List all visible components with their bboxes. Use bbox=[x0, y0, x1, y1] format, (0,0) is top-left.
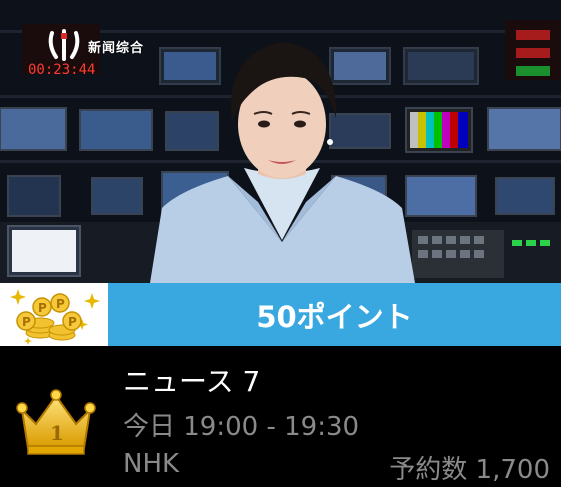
rank-number: 1 bbox=[50, 421, 64, 445]
news-anchor bbox=[150, 42, 415, 283]
channel-name: NHK bbox=[123, 449, 180, 479]
points-strip: 50ポイント bbox=[108, 283, 561, 346]
program-card[interactable]: 00:23:44 新闻综合 P P P P 50ポイント 1 ニュース 7 今日… bbox=[0, 0, 561, 487]
program-title: ニュース 7 bbox=[123, 365, 261, 398]
video-thumbnail[interactable]: 00:23:44 新闻综合 bbox=[0, 0, 561, 283]
svg-text:P: P bbox=[22, 315, 31, 329]
channel-logo-text: 新闻综合 bbox=[88, 40, 145, 56]
points-label: 50ポイント bbox=[256, 299, 413, 334]
channel-logo: 新闻综合 bbox=[44, 27, 144, 65]
reservation-count: 予約数 1,700 bbox=[389, 455, 550, 485]
channel-logo-icon bbox=[48, 29, 80, 61]
points-banner: P P P P 50ポイント bbox=[0, 283, 561, 346]
broadcast-time: 今日 19:00 - 19:30 bbox=[123, 412, 360, 442]
svg-text:P: P bbox=[68, 315, 77, 329]
coin-stack-icon: P P P P bbox=[0, 283, 108, 346]
svg-text:P: P bbox=[38, 301, 47, 315]
svg-text:P: P bbox=[56, 297, 65, 311]
program-info: 1 ニュース 7 今日 19:00 - 19:30 NHK 予約数 1,700 bbox=[0, 346, 561, 487]
crown-rank-icon: 1 bbox=[16, 388, 96, 456]
